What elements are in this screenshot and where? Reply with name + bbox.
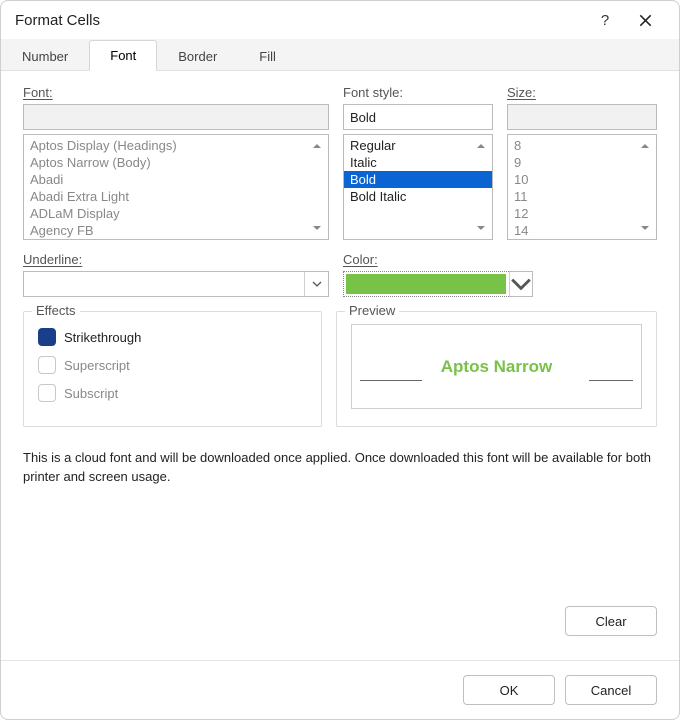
scroll-down-icon[interactable] bbox=[637, 220, 653, 236]
strikethrough-label: Strikethrough bbox=[64, 330, 141, 345]
size-label: Size: bbox=[507, 85, 657, 100]
content-area: Font: Aptos Display (Headings) Aptos Nar… bbox=[1, 71, 679, 660]
list-item[interactable]: Abadi Extra Light bbox=[24, 188, 328, 205]
subscript-checkbox[interactable]: Subscript bbox=[38, 384, 307, 402]
list-item[interactable]: Agency FB bbox=[24, 222, 328, 239]
preview-text: Aptos Narrow bbox=[441, 357, 552, 377]
help-icon[interactable]: ? bbox=[585, 1, 625, 39]
list-item[interactable]: 11 bbox=[508, 188, 656, 205]
chevron-down-icon[interactable] bbox=[304, 272, 328, 296]
font-label: Font: bbox=[23, 85, 329, 100]
close-icon[interactable] bbox=[625, 1, 665, 39]
color-label: Color: bbox=[343, 252, 657, 267]
effects-group: Effects Strikethrough Superscript Subscr… bbox=[23, 311, 322, 427]
scroll-down-icon[interactable] bbox=[473, 220, 489, 236]
effects-legend: Effects bbox=[32, 303, 80, 318]
tab-number[interactable]: Number bbox=[1, 40, 89, 71]
clear-button[interactable]: Clear bbox=[565, 606, 657, 636]
list-item[interactable]: Aptos Narrow (Body) bbox=[24, 154, 328, 171]
dialog-footer: OK Cancel bbox=[1, 660, 679, 719]
preview-baseline bbox=[360, 380, 422, 381]
font-input[interactable] bbox=[23, 104, 329, 130]
scroll-down-icon[interactable] bbox=[309, 220, 325, 236]
strikethrough-checkbox[interactable]: Strikethrough bbox=[38, 328, 307, 346]
list-item[interactable]: 10 bbox=[508, 171, 656, 188]
checkbox-icon bbox=[38, 328, 56, 346]
preview-group: Preview Aptos Narrow bbox=[336, 311, 657, 427]
tab-font[interactable]: Font bbox=[89, 40, 157, 71]
list-item[interactable]: Bold Italic bbox=[344, 188, 492, 205]
underline-combo[interactable] bbox=[23, 271, 329, 297]
list-item[interactable]: Italic bbox=[344, 154, 492, 171]
list-item[interactable]: Aptos Display (Headings) bbox=[24, 137, 328, 154]
superscript-label: Superscript bbox=[64, 358, 130, 373]
tab-strip: Number Font Border Fill bbox=[1, 39, 679, 71]
font-style-input[interactable] bbox=[343, 104, 493, 130]
list-item[interactable]: 8 bbox=[508, 137, 656, 154]
list-item[interactable]: 12 bbox=[508, 205, 656, 222]
list-item[interactable]: Regular bbox=[344, 137, 492, 154]
size-listbox[interactable]: 8 9 10 11 12 14 bbox=[507, 134, 657, 240]
cloud-font-notice: This is a cloud font and will be downloa… bbox=[23, 449, 657, 487]
scroll-up-icon[interactable] bbox=[637, 138, 653, 154]
checkbox-icon bbox=[38, 356, 56, 374]
underline-label: Underline: bbox=[23, 252, 329, 267]
font-listbox[interactable]: Aptos Display (Headings) Aptos Narrow (B… bbox=[23, 134, 329, 240]
subscript-label: Subscript bbox=[64, 386, 118, 401]
ok-button[interactable]: OK bbox=[463, 675, 555, 705]
titlebar: Format Cells ? bbox=[1, 1, 679, 39]
list-item[interactable]: Abadi bbox=[24, 171, 328, 188]
list-item[interactable]: 14 bbox=[508, 222, 656, 239]
tab-border[interactable]: Border bbox=[157, 40, 238, 71]
color-swatch bbox=[346, 274, 506, 294]
scroll-up-icon[interactable] bbox=[309, 138, 325, 154]
preview-box: Aptos Narrow bbox=[351, 324, 642, 409]
format-cells-dialog: Format Cells ? Number Font Border Fill F… bbox=[0, 0, 680, 720]
window-title: Format Cells bbox=[15, 12, 100, 29]
preview-legend: Preview bbox=[345, 303, 399, 318]
color-combo[interactable] bbox=[343, 271, 533, 297]
cancel-button[interactable]: Cancel bbox=[565, 675, 657, 705]
list-item[interactable]: Bold bbox=[344, 171, 492, 188]
tab-fill[interactable]: Fill bbox=[238, 40, 297, 71]
font-style-listbox[interactable]: Regular Italic Bold Bold Italic bbox=[343, 134, 493, 240]
scroll-up-icon[interactable] bbox=[473, 138, 489, 154]
underline-value bbox=[24, 272, 304, 296]
list-item[interactable]: 9 bbox=[508, 154, 656, 171]
superscript-checkbox[interactable]: Superscript bbox=[38, 356, 307, 374]
font-style-label: Font style: bbox=[343, 85, 493, 100]
chevron-down-icon[interactable] bbox=[509, 271, 533, 297]
checkbox-icon bbox=[38, 384, 56, 402]
preview-baseline bbox=[589, 380, 633, 381]
list-item[interactable]: ADLaM Display bbox=[24, 205, 328, 222]
size-input[interactable] bbox=[507, 104, 657, 130]
